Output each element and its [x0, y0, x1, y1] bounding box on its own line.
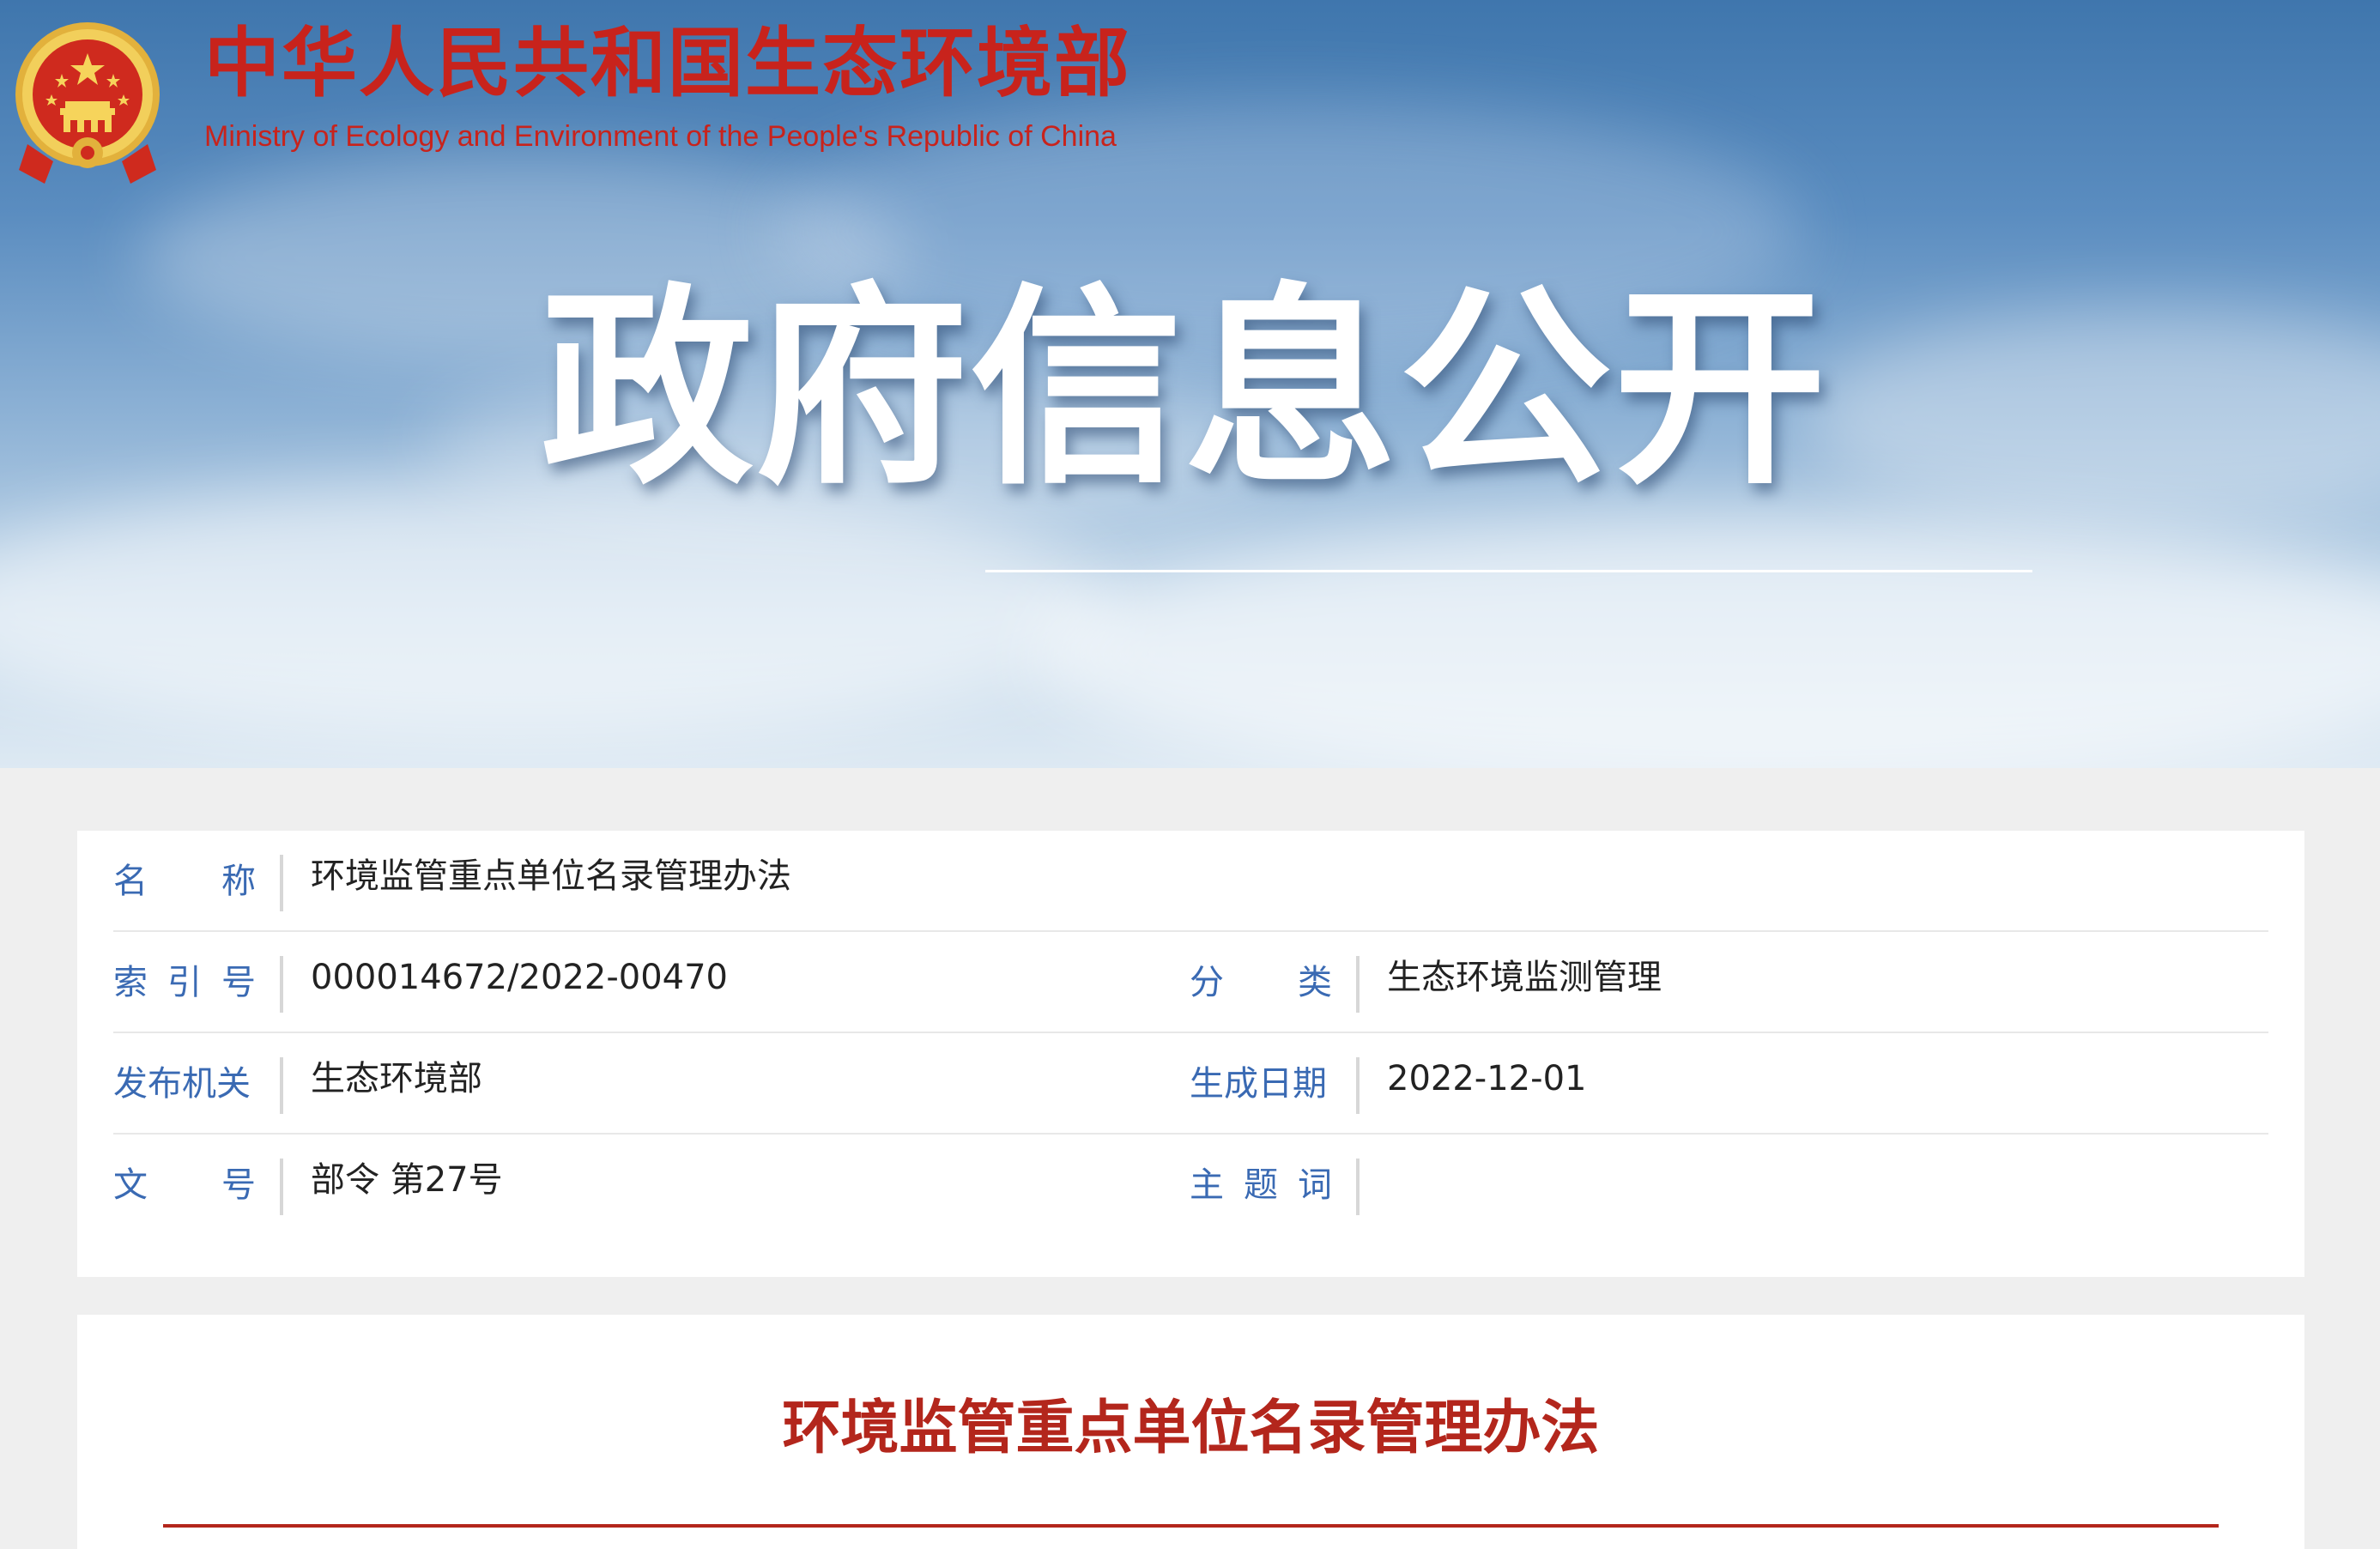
meta-row-issuer: 发布机关 生态环境部 生成日期 2022-12-01 — [113, 1033, 2268, 1135]
meta-row-index: 索 引 号 000014672/2022-00470 分 类 生态环境监测管理 — [113, 932, 2268, 1033]
meta-row-docno: 文 号 部令 第27号 主 题 词 — [113, 1135, 2268, 1234]
ministry-name-cn[interactable]: 中华人民共和国生态环境部 — [204, 26, 1131, 101]
label-divider — [1356, 1057, 1360, 1114]
category-value: 生态环境监测管理 — [1387, 958, 1662, 997]
index-value: 000014672/2022-00470 — [311, 958, 728, 997]
label-divider — [280, 956, 283, 1013]
docno-label: 文 号 — [113, 1165, 256, 1205]
docno-value: 部令 第27号 — [311, 1160, 503, 1200]
issuer-label: 发布机关 — [113, 1064, 251, 1104]
label-divider — [1356, 1159, 1360, 1215]
document-title: 环境监管重点单位名录管理办法 — [782, 1395, 1600, 1462]
banner-divider — [985, 570, 2032, 572]
label-divider — [280, 855, 283, 911]
meta-row-name: 名 称 环境监管重点单位名录管理办法 — [113, 831, 2268, 932]
name-label: 名 称 — [113, 862, 256, 901]
banner-cloud — [1030, 515, 2380, 768]
label-divider — [1356, 956, 1360, 1013]
date-value: 2022-12-01 — [1387, 1059, 1587, 1098]
document-metadata-card: 名 称 环境监管重点单位名录管理办法 索 引 号 000014672/2022-… — [77, 831, 2304, 1277]
title-underline — [163, 1524, 2219, 1528]
header-banner: 中华人民共和国生态环境部 Ministry of Ecology and Env… — [0, 0, 2380, 768]
issuer-value: 生态环境部 — [311, 1059, 482, 1098]
name-value: 环境监管重点单位名录管理办法 — [311, 856, 791, 896]
national-emblem-icon[interactable] — [10, 15, 165, 187]
document-body-card: 环境监管重点单位名录管理办法 — [77, 1315, 2304, 1549]
label-divider — [280, 1057, 283, 1114]
banner-title: 政府信息公开 — [541, 266, 1828, 513]
banner-cloud — [1802, 309, 2380, 523]
label-divider — [280, 1159, 283, 1215]
keywords-label: 主 题 词 — [1190, 1165, 1332, 1205]
index-label: 索 引 号 — [113, 963, 256, 1002]
date-label: 生成日期 — [1190, 1064, 1327, 1104]
ministry-name-en[interactable]: Ministry of Ecology and Environment of t… — [204, 120, 1117, 154]
category-label: 分 类 — [1190, 963, 1332, 1002]
